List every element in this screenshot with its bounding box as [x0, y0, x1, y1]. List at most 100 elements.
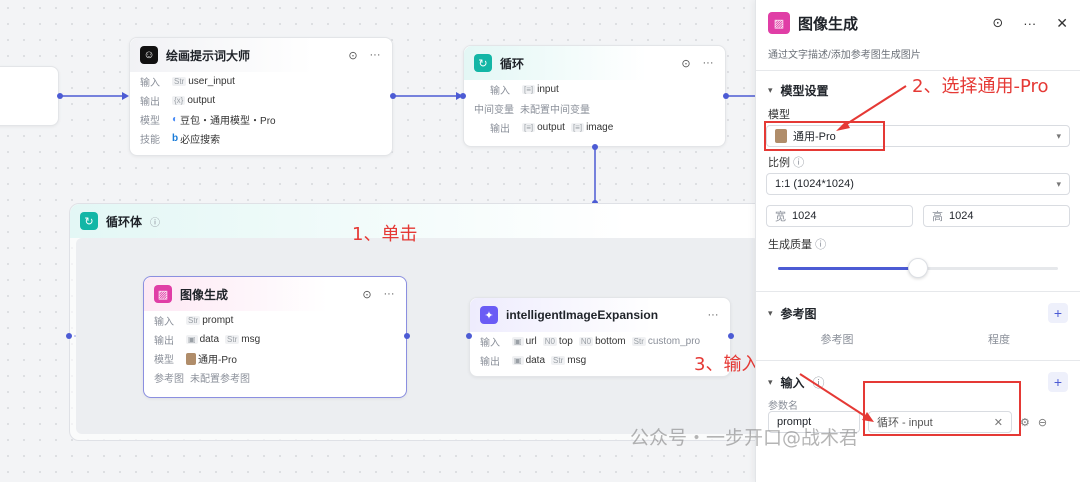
- more-icon[interactable]: ···: [701, 57, 715, 69]
- type-tag: ▣: [186, 335, 198, 344]
- more-icon[interactable]: ···: [368, 49, 382, 61]
- row-label: 输出: [154, 336, 174, 347]
- workflow-canvas[interactable]: ☺ 绘画提示词大师 ⊙ ··· 输入 Str user_input 输出 {x} out…: [0, 0, 795, 482]
- reference-section-header[interactable]: ▾ 参考图 +: [756, 298, 1080, 328]
- loop-node[interactable]: ↻ 循环 ⊙ ··· 输入 [≡] input 中间变量 未配置中间变量 输出 [≡] o…: [463, 45, 726, 147]
- info-icon[interactable]: ⓘ: [815, 239, 826, 251]
- run-icon[interactable]: ⊙: [360, 288, 374, 301]
- settings-icon[interactable]: ⚙: [1020, 416, 1030, 429]
- run-icon[interactable]: ⊙: [992, 15, 1003, 31]
- param-value-input[interactable]: 循环 - input ✕: [863, 381, 1021, 436]
- chevron-down-icon: ▾: [768, 84, 773, 95]
- type-tag: N0: [578, 337, 594, 346]
- prompt-master-node[interactable]: ☺ 绘画提示词大师 ⊙ ··· 输入 Str user_input 输出 {x} out…: [129, 37, 393, 156]
- row-value: output: [537, 122, 565, 133]
- bot-icon: ☺: [140, 46, 158, 64]
- list-type-tag: [≡]: [522, 85, 536, 94]
- left-partial-node[interactable]: [0, 66, 59, 126]
- output-port[interactable]: [404, 333, 410, 339]
- row-value: msg: [241, 334, 261, 345]
- output-port[interactable]: [57, 93, 63, 99]
- degree-column-header: 程度: [988, 334, 1010, 346]
- chevron-down-icon: ▾: [768, 376, 773, 387]
- add-reference-button[interactable]: +: [1048, 303, 1068, 323]
- info-icon[interactable]: ⓘ: [793, 157, 804, 169]
- input-port[interactable]: [66, 333, 72, 339]
- type-tag: N0: [542, 337, 557, 346]
- row-value: 未配置参考图: [190, 374, 250, 385]
- width-field[interactable]: 宽 1024: [766, 205, 913, 227]
- row-label: 输出: [490, 124, 510, 135]
- output-port[interactable]: [390, 93, 396, 99]
- annotation-step-2: 2、选择通用-Pro: [912, 76, 1049, 97]
- quality-label-text: 生成质量: [768, 239, 812, 251]
- image-icon: ▨: [154, 285, 172, 303]
- row-label: 输出: [140, 97, 160, 108]
- more-icon[interactable]: ···: [382, 288, 396, 300]
- node-title: 循环: [500, 56, 525, 71]
- model-select[interactable]: 通用-Pro ▾: [764, 121, 1070, 151]
- run-icon[interactable]: ⊙: [346, 49, 360, 62]
- row-value: data: [525, 355, 546, 366]
- add-input-button[interactable]: +: [1048, 372, 1068, 392]
- row-value: 必应搜索: [180, 135, 221, 146]
- row-value: bottom: [595, 336, 626, 347]
- section-title: 输入: [780, 375, 805, 390]
- plugin-icon: ✦: [480, 306, 498, 324]
- type-tag: Str: [225, 335, 240, 344]
- type-tag: Str: [186, 316, 201, 325]
- node-title: intelligentImageExpansion: [506, 308, 659, 322]
- section-title: 参考图: [780, 306, 817, 321]
- loop-icon: ↻: [80, 212, 98, 230]
- list-type-tag: [≡]: [570, 123, 585, 132]
- annotation-step-1: 1、单击: [352, 224, 418, 245]
- row-value: 未配置中间变量: [520, 105, 590, 116]
- highlight-box: [863, 381, 1021, 436]
- container-title: 循环体: [106, 214, 143, 229]
- chevron-down-icon: ▾: [1056, 130, 1061, 141]
- panel-title: 图像生成: [798, 15, 859, 33]
- row-label: 模型: [154, 355, 174, 366]
- run-icon[interactable]: ⊙: [679, 57, 693, 70]
- highlight-box: [764, 121, 885, 151]
- type-tag: ▣: [512, 356, 524, 365]
- remove-icon[interactable]: ⊖: [1038, 416, 1047, 429]
- loop-icon: ↻: [474, 54, 492, 72]
- row-value: url: [525, 336, 537, 347]
- ratio-select[interactable]: 1:1 (1024*1024) ▾: [766, 173, 1070, 195]
- row-value: data: [199, 334, 220, 345]
- input-port[interactable]: [460, 93, 466, 99]
- output-port[interactable]: [723, 93, 729, 99]
- ratio-label: 比例 ⓘ: [756, 153, 1080, 173]
- slider-thumb[interactable]: [908, 258, 928, 278]
- model-thumbnail-icon: [186, 352, 196, 365]
- doubao-icon: ◐: [172, 114, 179, 125]
- width-value: 1024: [792, 210, 817, 222]
- more-icon[interactable]: ···: [1023, 16, 1036, 31]
- info-icon[interactable]: ⓘ: [150, 214, 160, 229]
- row-label: 输入: [154, 317, 174, 328]
- section-title: 模型设置: [780, 83, 829, 98]
- ratio-label-text: 比例: [768, 157, 790, 169]
- row-value: user_input: [188, 76, 235, 87]
- loop-body-port[interactable]: [592, 144, 598, 150]
- row-label: 输入: [490, 86, 510, 97]
- type-tag: Str: [631, 337, 646, 346]
- input-port[interactable]: [466, 333, 472, 339]
- type-tag: Str: [172, 77, 187, 86]
- image-expansion-node[interactable]: ✦ intelligentImageExpansion ··· 输入 ▣ url …: [469, 297, 731, 377]
- info-icon[interactable]: ⓘ: [813, 374, 825, 391]
- slider-fill: [778, 267, 918, 270]
- width-label: 宽: [775, 211, 786, 223]
- height-field[interactable]: 高 1024: [923, 205, 1070, 227]
- close-icon[interactable]: ✕: [1056, 15, 1068, 32]
- image-gen-node[interactable]: ▨ 图像生成 ⊙ ··· 输入 Str prompt 输出 ▣ data Str msg 模…: [143, 276, 407, 398]
- row-value: 豆包・通用模型・Pro: [180, 116, 276, 127]
- row-value: image: [586, 122, 614, 133]
- row-label: 输入: [480, 338, 500, 349]
- row-label: 输入: [140, 78, 160, 89]
- output-port[interactable]: [728, 333, 734, 339]
- quality-slider[interactable]: [778, 257, 1058, 279]
- more-icon[interactable]: ···: [706, 309, 720, 321]
- panel-description: 通过文字描述/添加参考图生成图片: [768, 50, 921, 61]
